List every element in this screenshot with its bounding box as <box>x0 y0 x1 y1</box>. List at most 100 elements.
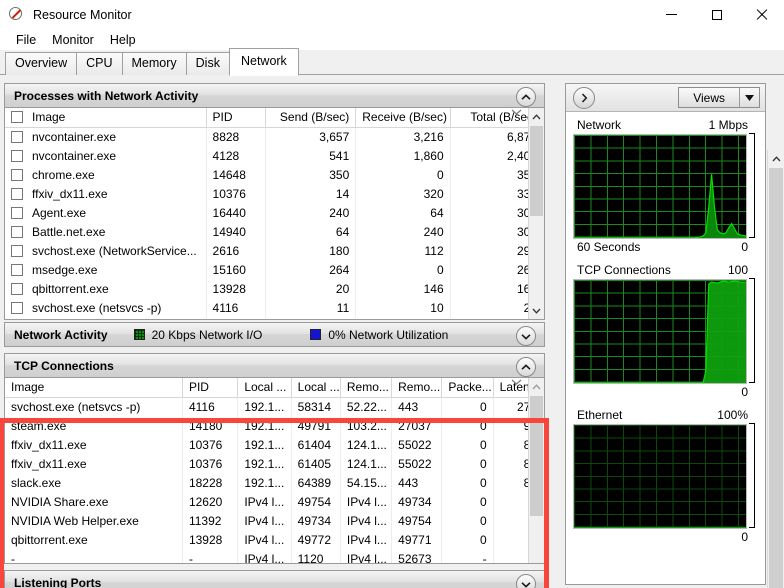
row-checkbox[interactable] <box>11 188 23 200</box>
table-row[interactable]: qbittorrent.exe 13928 20 146 165 <box>5 279 544 299</box>
table-row[interactable]: nvcontainer.exe 8828 3,657 3,216 6,873 <box>5 127 544 147</box>
tcp-col-local-port[interactable]: Local ... <box>291 378 341 398</box>
row-checkbox[interactable] <box>11 207 23 219</box>
cell-remote-address: 124.1... <box>340 435 393 455</box>
row-checkbox[interactable] <box>11 150 23 162</box>
table-row[interactable]: Agent.exe 16440 240 64 303 <box>5 203 544 223</box>
scroll-up-icon[interactable] <box>529 378 544 395</box>
row-checkbox[interactable] <box>11 169 23 181</box>
row-checkbox[interactable] <box>11 131 23 144</box>
cell-pid: 4116 <box>206 298 267 318</box>
table-row[interactable]: msedge.exe 15160 264 0 264 <box>5 260 544 280</box>
network-activity-title: Network Activity <box>14 327 108 342</box>
cell-image: svchost.exe (netsvcs -p) <box>5 397 183 417</box>
table-row[interactable]: Battle.net.exe 14940 64 240 303 <box>5 222 544 242</box>
cell-send: 264 <box>265 260 357 280</box>
minimize-button[interactable] <box>649 0 694 29</box>
cell-remote-port: 27037 <box>391 416 443 436</box>
tcp-col-packet-loss[interactable]: Packe... <box>441 378 494 398</box>
table-row[interactable]: NVIDIA Share.exe 12620 IPv4 l... 49754 I… <box>5 492 544 512</box>
table-row[interactable]: svchost.exe (NetworkService... 2616 180 … <box>5 241 544 261</box>
tcp-col-pid[interactable]: PID <box>182 378 239 398</box>
scroll-up-icon[interactable] <box>768 150 784 167</box>
scrollbar-thumb[interactable] <box>530 396 543 516</box>
cell-image: nvcontainer.exe <box>32 149 117 163</box>
cell-local-address: 192.1... <box>237 397 292 417</box>
listening-ports-section-header[interactable]: Listening Ports <box>4 570 545 588</box>
menu-item-help[interactable]: Help <box>102 32 144 48</box>
cell-remote-port: 443 <box>391 473 443 493</box>
chevron-up-icon[interactable] <box>516 87 536 107</box>
content-area: Processes with Network Activity Image PI… <box>0 75 784 588</box>
tcp-col-local-address[interactable]: Local ... <box>237 378 292 398</box>
table-row[interactable]: nvcontainer.exe 4128 541 1,860 2,401 <box>5 146 544 166</box>
row-checkbox[interactable] <box>11 264 23 276</box>
table-row[interactable]: ffxiv_dx11.exe 10376 192.1... 61405 124.… <box>5 454 544 474</box>
row-checkbox[interactable] <box>11 302 23 314</box>
menu-item-monitor[interactable]: Monitor <box>44 32 102 48</box>
chevron-down-icon[interactable] <box>516 326 536 346</box>
row-checkbox[interactable] <box>11 245 23 257</box>
tcp-col-remote-address[interactable]: Remo... <box>340 378 393 398</box>
tab-disk[interactable]: Disk <box>185 52 230 75</box>
processes-section-header[interactable]: Processes with Network Activity <box>4 83 545 108</box>
processes-col-pid[interactable]: PID <box>206 108 267 128</box>
table-row[interactable]: slack.exe 18228 192.1... 64389 54.15... … <box>5 473 544 493</box>
close-button[interactable] <box>739 0 784 29</box>
table-row[interactable]: - - IPv4 l... 1120 IPv4 l... 52673 - - <box>5 549 544 563</box>
processes-scrollbar[interactable] <box>528 108 544 319</box>
tcp-graph-ymin: 0 <box>741 385 748 399</box>
chevron-down-icon[interactable] <box>516 574 536 588</box>
cell-packet-loss: 0 <box>441 492 494 512</box>
tcp-scrollbar[interactable] <box>528 378 544 563</box>
tcp-col-remote-port[interactable]: Remo... <box>391 378 443 398</box>
scroll-up-icon[interactable] <box>529 108 544 125</box>
cell-pid: 4116 <box>182 397 239 417</box>
table-row[interactable]: chrome.exe 14648 350 0 350 <box>5 165 544 185</box>
table-row[interactable]: ffxiv_dx11.exe 10376 192.1... 61404 124.… <box>5 435 544 455</box>
processes-col-send[interactable]: Send (B/sec) <box>265 108 357 128</box>
cell-packet-loss: 0 <box>441 416 494 436</box>
tcp-graph-plot <box>574 280 746 383</box>
table-row[interactable]: svchost.exe (netsvcs -p) 4116 192.1... 5… <box>5 397 544 417</box>
tcp-connections-section-header[interactable]: TCP Connections <box>4 353 545 378</box>
select-all-checkbox[interactable] <box>11 111 23 123</box>
network-activity-section-header[interactable]: Network Activity 20 Kbps Network I/O 0% … <box>4 322 545 347</box>
tcp-col-image[interactable]: Image <box>5 378 183 398</box>
menu-item-file[interactable]: File <box>8 32 44 48</box>
chevron-up-icon[interactable] <box>516 357 536 377</box>
cell-pid: 13928 <box>206 279 267 299</box>
cell-pid: 15160 <box>206 260 267 280</box>
table-row[interactable]: NVIDIA Web Helper.exe 11392 IPv4 l... 49… <box>5 511 544 531</box>
processes-col-receive[interactable]: Receive (B/sec) <box>355 108 451 128</box>
tab-cpu[interactable]: CPU <box>76 52 123 75</box>
window-scrollbar[interactable] <box>767 150 784 588</box>
scrollbar-thumb[interactable] <box>530 126 543 216</box>
processes-col-image[interactable]: Image <box>5 108 207 128</box>
table-row[interactable]: qbittorrent.exe 13928 IPv4 l... 49772 IP… <box>5 530 544 550</box>
cell-remote-port: 55022 <box>391 435 443 455</box>
scrollbar-thumb[interactable] <box>769 168 783 588</box>
green-swatch-icon <box>133 329 145 340</box>
network-graph-bracket <box>749 133 755 238</box>
tab-memory[interactable]: Memory <box>121 52 187 75</box>
chevron-right-icon[interactable] <box>573 86 595 109</box>
tab-overview[interactable]: Overview <box>5 52 78 75</box>
table-row[interactable]: svchost.exe (netsvcs -p) 4116 11 10 21 <box>5 298 544 318</box>
scroll-down-icon[interactable] <box>529 302 544 319</box>
table-row[interactable]: ffxiv_dx11.exe 10376 14 320 334 <box>5 184 544 204</box>
ethernet-graph-block: Ethernet 100% 0 <box>573 408 758 544</box>
processes-table-body: nvcontainer.exe 8828 3,657 3,216 6,873 n… <box>5 127 544 318</box>
tcp-table-body: svchost.exe (netsvcs -p) 4116 192.1... 5… <box>5 397 544 563</box>
table-row[interactable]: steam.exe 14180 192.1... 49791 103.2... … <box>5 416 544 436</box>
chevron-down-icon[interactable] <box>739 88 759 107</box>
ethernet-graph-ymax: 100% <box>717 408 748 422</box>
row-checkbox[interactable] <box>11 226 23 238</box>
ethernet-graph-bracket <box>749 423 755 528</box>
row-checkbox[interactable] <box>11 283 23 295</box>
maximize-button[interactable] <box>694 0 739 29</box>
tab-network[interactable]: Network <box>228 48 299 76</box>
cell-pid: 14180 <box>182 416 239 436</box>
cell-send: 11 <box>265 298 357 318</box>
views-button[interactable]: Views <box>678 87 760 108</box>
